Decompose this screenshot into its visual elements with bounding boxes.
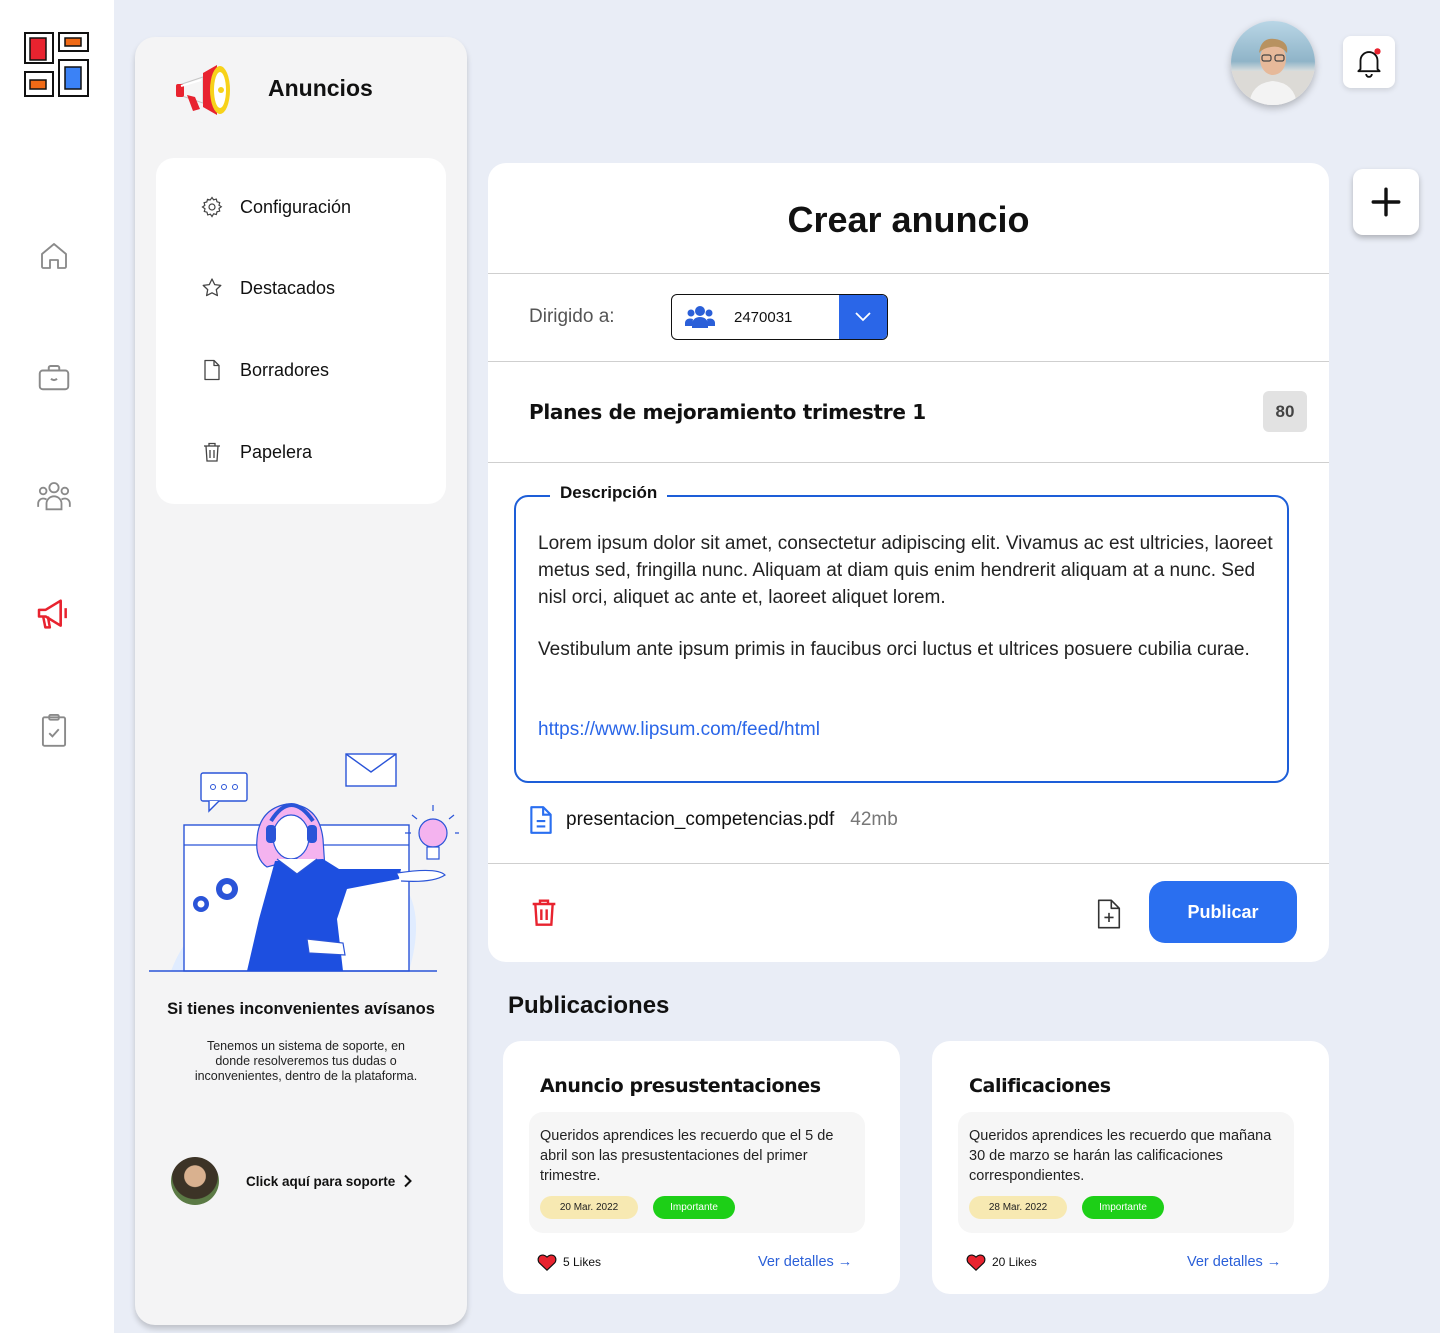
chevron-right-icon <box>404 1174 413 1188</box>
support-title: Si tienes inconvenientes avísanos <box>167 1000 435 1018</box>
file-icon <box>530 806 552 834</box>
support-link[interactable]: Click aquí para soporte <box>171 1157 413 1205</box>
gear-icon <box>201 196 223 218</box>
date-badge: 28 Mar. 2022 <box>969 1196 1067 1219</box>
trash-icon <box>204 442 220 462</box>
important-badge: Importante <box>1082 1196 1164 1219</box>
date-badge: 20 Mar. 2022 <box>540 1196 638 1219</box>
sidebar-menu: Configuración Destacados Borradores Pape… <box>156 158 446 504</box>
attach-file-button[interactable] <box>1095 898 1123 935</box>
like-button[interactable]: 20 Likes <box>966 1253 1037 1271</box>
view-details-link[interactable]: Ver detalles → <box>758 1254 852 1270</box>
directed-to-label: Dirigido a: <box>529 306 615 327</box>
page-title: Crear anuncio <box>787 199 1030 240</box>
chevron-down-icon <box>855 312 871 322</box>
description-field[interactable]: Descripción Lorem ipsum dolor sit amet, … <box>514 483 1289 783</box>
megaphone-logo-icon <box>176 65 230 115</box>
support-avatar <box>171 1157 219 1205</box>
publication-body: Queridos aprendices les recuerdo que mañ… <box>958 1112 1294 1233</box>
publication-title: Calificaciones <box>969 1075 1111 1097</box>
plus-icon <box>1371 187 1401 217</box>
publication-card[interactable]: Anuncio presustentaciones Queridos apren… <box>503 1041 900 1294</box>
megaphone-icon[interactable] <box>32 592 76 636</box>
publication-text: Queridos aprendices les recuerdo que el … <box>540 1128 834 1184</box>
document-icon <box>204 359 220 381</box>
briefcase-icon[interactable] <box>32 356 76 400</box>
likes-count: 20 Likes <box>992 1255 1037 1269</box>
subject-field[interactable]: Planes de mejoramiento trimestre 1 <box>529 400 926 424</box>
description-paragraph: Vestibulum ante ipsum primis in faucibus… <box>538 639 1250 660</box>
delete-button[interactable] <box>528 896 560 933</box>
attachment[interactable]: presentacion_competencias.pdf 42mb <box>528 805 898 835</box>
like-button[interactable]: 5 Likes <box>537 1253 601 1271</box>
bell-icon <box>1357 48 1381 78</box>
menu-label: Configuración <box>240 196 352 217</box>
heart-icon <box>537 1254 557 1271</box>
user-avatar[interactable] <box>1231 21 1315 105</box>
menu-item-configuracion[interactable]: Configuración <box>200 195 351 219</box>
support-link-label: Click aquí para soporte <box>246 1173 396 1189</box>
description-link[interactable]: https://www.lipsum.com/feed/html <box>538 719 820 741</box>
publish-button[interactable]: Publicar <box>1149 881 1297 943</box>
star-icon <box>202 278 222 297</box>
home-icon[interactable] <box>32 234 76 278</box>
clipboard-check-icon[interactable] <box>32 708 76 752</box>
publication-title: Anuncio presustentaciones <box>540 1075 821 1097</box>
recipient-value: 2470031 <box>734 309 793 326</box>
attachment-size: 42mb <box>850 809 898 830</box>
view-details-link[interactable]: Ver detalles → <box>1187 1254 1281 1270</box>
menu-label: Papelera <box>240 441 313 462</box>
divider <box>488 462 1329 463</box>
important-badge: Importante <box>653 1196 735 1219</box>
group-icon <box>685 306 715 328</box>
divider <box>488 273 1329 274</box>
attachment-name: presentacion_competencias.pdf <box>566 809 835 830</box>
create-announcement-card: Crear anuncio Dirigido a: 2470031 Planes… <box>488 163 1329 962</box>
trash-icon <box>532 899 556 926</box>
heart-icon <box>966 1254 986 1271</box>
publication-text: Queridos aprendices les recuerdo que mañ… <box>969 1128 1272 1184</box>
app-logo[interactable] <box>24 32 90 98</box>
announcements-header <box>173 59 235 117</box>
announcements-sidebar: Anuncios Configuración Destacados Borrad… <box>135 37 467 1325</box>
menu-item-borradores[interactable]: Borradores <box>200 358 329 382</box>
menu-item-papelera[interactable]: Papelera <box>200 440 312 464</box>
char-counter: 80 <box>1263 391 1307 432</box>
likes-count: 5 Likes <box>563 1255 602 1269</box>
publication-card[interactable]: Calificaciones Queridos aprendices les r… <box>932 1041 1329 1294</box>
dropdown-toggle[interactable] <box>839 295 887 339</box>
menu-label: Destacados <box>240 277 336 298</box>
menu-label: Borradores <box>240 359 330 380</box>
file-add-icon <box>1097 899 1121 929</box>
divider <box>488 863 1329 864</box>
description-label: Descripción <box>550 483 668 503</box>
divider <box>488 361 1329 362</box>
description-paragraph: Lorem ipsum dolor sit amet, consectetur … <box>538 533 1273 608</box>
left-rail <box>0 0 114 1333</box>
notifications-button[interactable] <box>1343 36 1395 88</box>
add-button[interactable] <box>1353 169 1419 235</box>
people-icon[interactable] <box>32 474 76 518</box>
support-illustration <box>149 753 459 972</box>
publications-title: Publicaciones <box>508 992 670 1019</box>
publication-body: Queridos aprendices les recuerdo que el … <box>529 1112 865 1233</box>
sidebar-title: Anuncios <box>268 75 373 101</box>
menu-item-destacados[interactable]: Destacados <box>200 276 335 300</box>
recipient-select[interactable]: 2470031 <box>671 294 888 340</box>
support-text: Tenemos un sistema de soporte, en donde … <box>194 1039 418 1083</box>
